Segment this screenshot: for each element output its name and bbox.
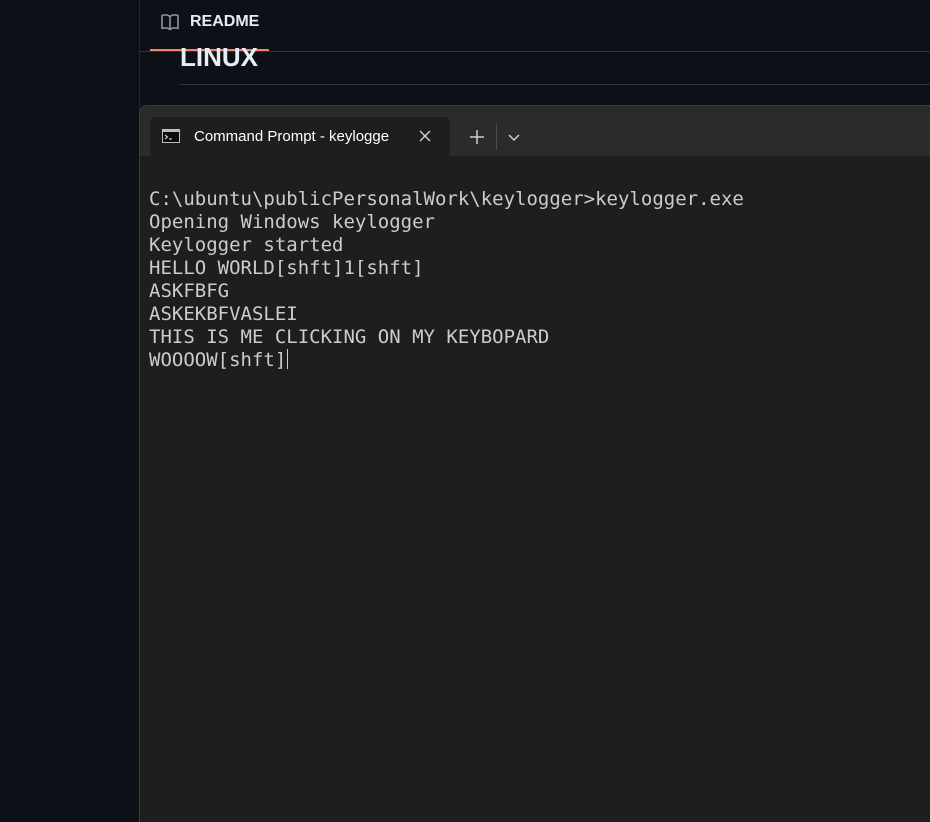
text-cursor bbox=[287, 349, 289, 369]
readme-heading-section: LINUX bbox=[180, 40, 930, 85]
readme-heading: LINUX bbox=[180, 42, 258, 72]
plus-icon[interactable] bbox=[464, 124, 490, 150]
terminal-tab[interactable]: Command Prompt - keylogge bbox=[150, 117, 450, 156]
terminal-line: Keylogger started bbox=[149, 234, 344, 256]
terminal-output[interactable]: C:\ubuntu\publicPersonalWork\keylogger>k… bbox=[149, 188, 929, 372]
terminal-line-text: WOOOOW[shft] bbox=[149, 349, 287, 371]
left-sidebar bbox=[0, 0, 140, 822]
book-icon bbox=[161, 14, 179, 31]
terminal-line: Opening Windows keylogger bbox=[149, 211, 435, 233]
terminal-window[interactable]: Command Prompt - keylogge C:\ubuntu\publ… bbox=[139, 105, 930, 822]
terminal-line: ASKEKBFVASLEI bbox=[149, 303, 298, 325]
close-icon[interactable] bbox=[414, 125, 436, 147]
chevron-down-icon[interactable] bbox=[502, 124, 526, 150]
cmd-icon bbox=[162, 129, 180, 143]
terminal-title-bar[interactable]: Command Prompt - keylogge bbox=[140, 106, 930, 156]
terminal-line-current: WOOOOW[shft] bbox=[149, 349, 929, 372]
terminal-tab-title: Command Prompt - keylogge bbox=[194, 128, 390, 145]
terminal-line: THIS IS ME CLICKING ON MY KEYBOPARD bbox=[149, 326, 550, 348]
readme-tab-label: README bbox=[190, 13, 260, 30]
screen: README LINUX Command Prompt - keylogge C… bbox=[0, 0, 930, 822]
tab-divider bbox=[496, 124, 497, 150]
terminal-line: C:\ubuntu\publicPersonalWork\keylogger>k… bbox=[149, 188, 744, 210]
terminal-line: HELLO WORLD[shft]1[shft] bbox=[149, 257, 424, 279]
terminal-line: ASKFBFG bbox=[149, 280, 230, 302]
